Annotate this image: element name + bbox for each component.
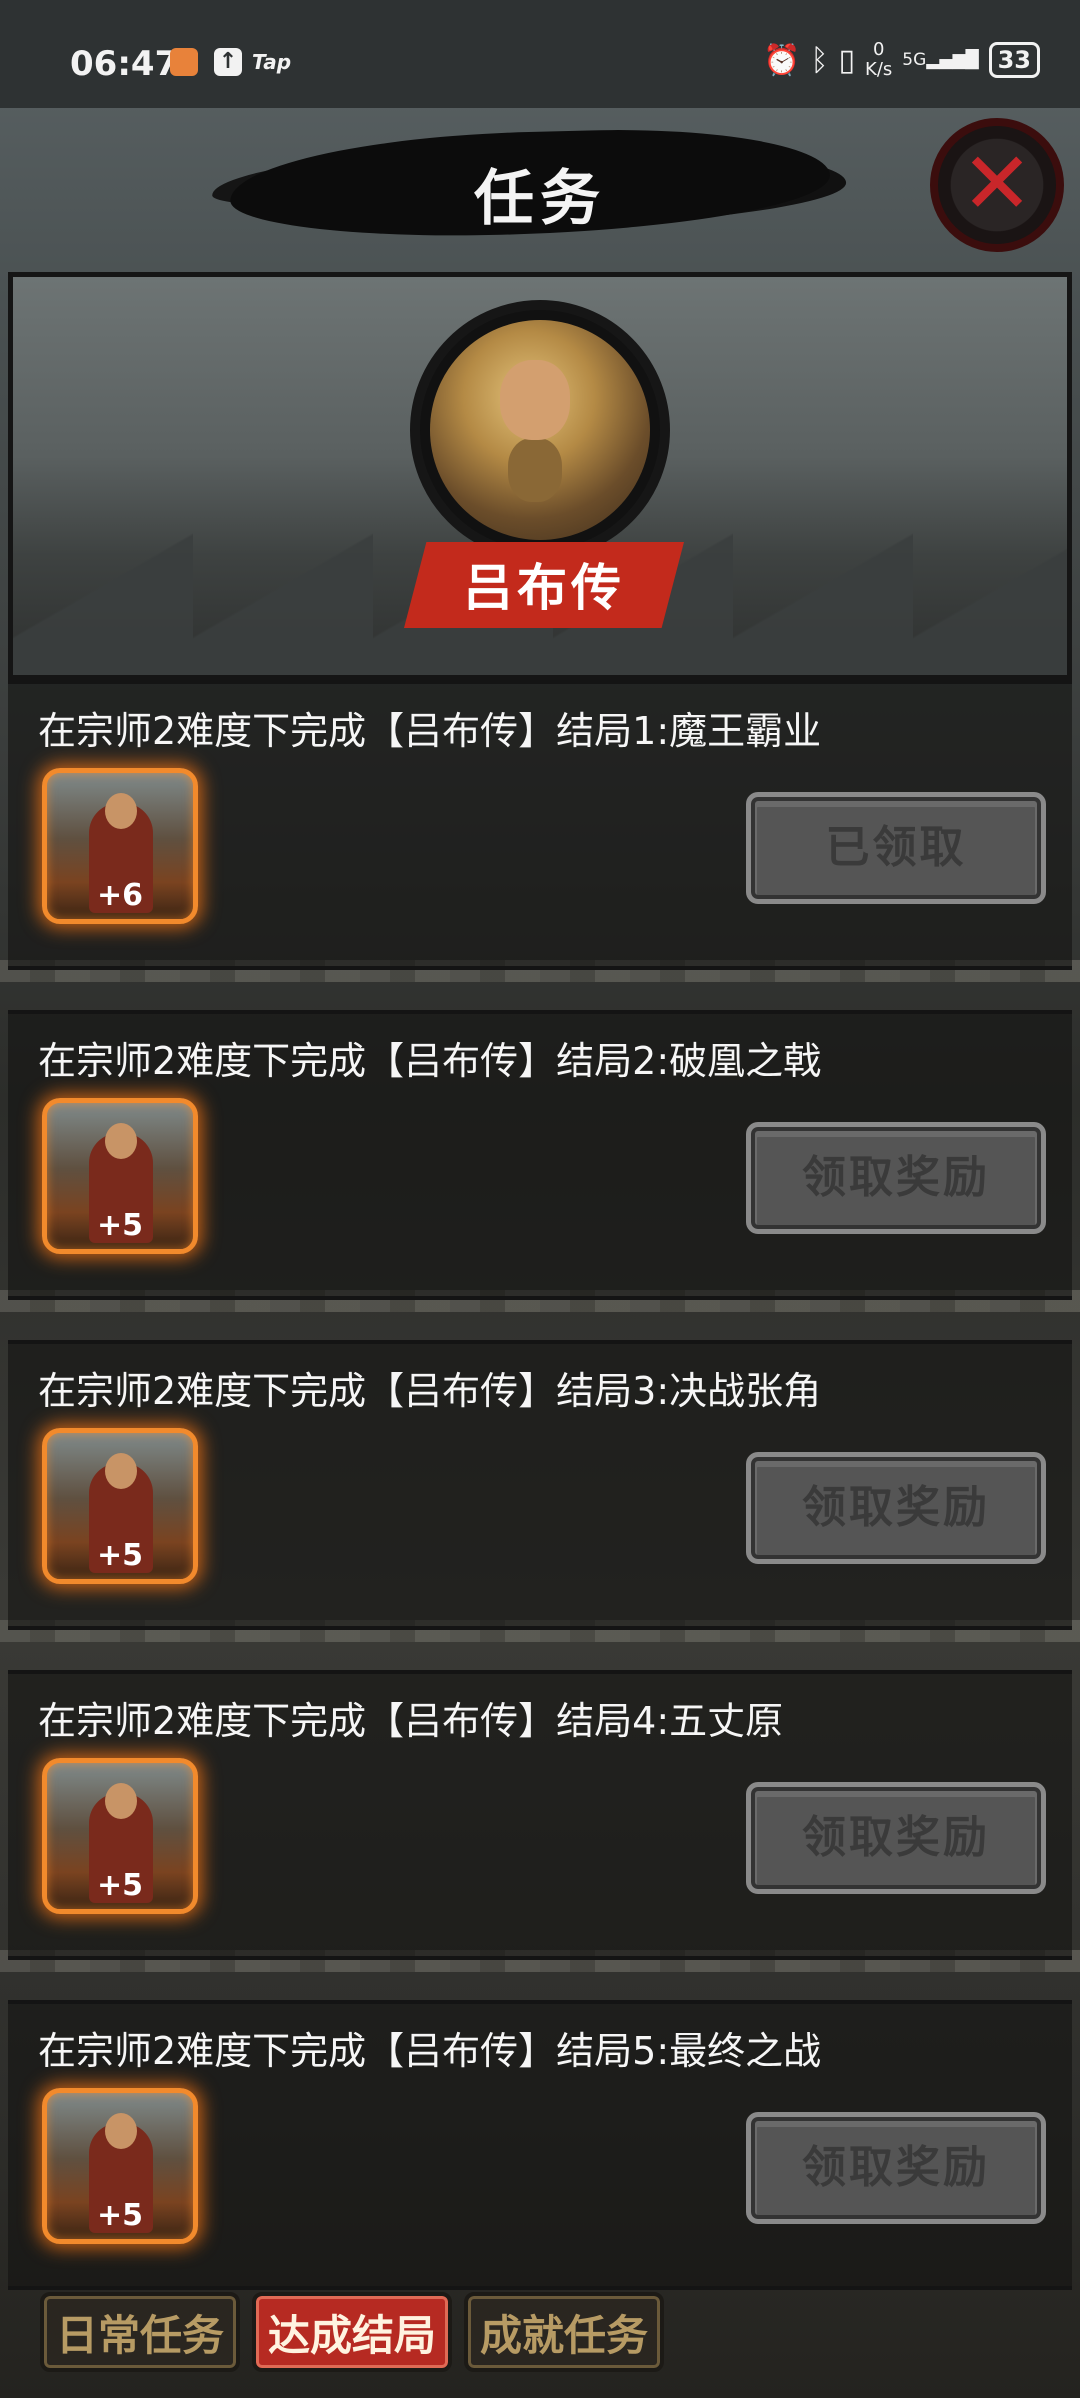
tab-bar: 日常任务 达成结局 成就任务 — [40, 2292, 665, 2372]
quest-item: 在宗师2难度下完成【吕布传】结局3:决战张角 +5 领取奖励 — [8, 1340, 1072, 1630]
upload-icon: ↑ — [214, 48, 242, 76]
claim-button-label: 领取奖励 — [802, 1152, 990, 1203]
status-icons: ⏰ ᛒ ▯ 0 K/s 5G▂▄▆█ 33 — [763, 40, 1040, 80]
alarm-icon: ⏰ — [763, 42, 801, 78]
reward-count: +5 — [96, 1208, 143, 1243]
network-speed-unit: K/s — [865, 59, 893, 80]
network-speed-value: 0 — [872, 39, 885, 60]
quest-description: 在宗师2难度下完成【吕布传】结局1:魔王霸业 — [38, 709, 822, 753]
quest-description: 在宗师2难度下完成【吕布传】结局4:五丈原 — [38, 1699, 784, 1743]
status-time: 06:47 — [70, 44, 179, 84]
signal-icon: 5G▂▄▆█ — [902, 50, 979, 70]
hero-portrait — [410, 300, 670, 560]
close-x-icon: ✕ — [960, 134, 1034, 234]
hero-portrait-image — [430, 320, 650, 540]
page-title: 任务 — [474, 164, 606, 234]
claim-button-label: 领取奖励 — [802, 1812, 990, 1863]
claim-button-label: 领取奖励 — [802, 1482, 990, 1533]
quest-item: 在宗师2难度下完成【吕布传】结局2:破凰之戟 +5 领取奖励 — [8, 1010, 1072, 1300]
app-notification-icon — [170, 48, 198, 76]
close-button[interactable]: ✕ — [930, 118, 1064, 252]
reward-item[interactable]: +5 — [42, 1098, 198, 1254]
reward-count: +6 — [96, 878, 143, 913]
quest-item: 在宗师2难度下完成【吕布传】结局1:魔王霸业 +6 已领取 — [8, 680, 1072, 970]
status-bar: 06:47 ↑ Tap ⏰ ᛒ ▯ 0 K/s 5G▂▄▆█ 33 — [0, 0, 1080, 108]
signal-label: 5G — [902, 50, 927, 70]
tab-endings-achieved[interactable]: 达成结局 — [252, 2292, 453, 2372]
tab-daily-tasks[interactable]: 日常任务 — [40, 2292, 241, 2372]
quest-item: 在宗师2难度下完成【吕布传】结局4:五丈原 +5 领取奖励 — [8, 1670, 1072, 1960]
claim-reward-button[interactable]: 领取奖励 — [746, 1782, 1046, 1894]
vibrate-icon: ▯ — [838, 42, 856, 78]
reward-count: +5 — [96, 1868, 143, 1903]
reward-item[interactable]: +6 — [42, 768, 198, 924]
tab-achievement-tasks[interactable]: 成就任务 — [464, 2292, 665, 2372]
hero-name: 吕布传 — [463, 559, 625, 617]
reward-count: +5 — [96, 1538, 143, 1573]
quest-description: 在宗师2难度下完成【吕布传】结局5:最终之战 — [38, 2029, 822, 2073]
reward-item[interactable]: +5 — [42, 2088, 198, 2244]
battery-icon: 33 — [988, 42, 1040, 78]
reward-count: +5 — [96, 2198, 143, 2233]
claim-reward-button[interactable]: 领取奖励 — [746, 1452, 1046, 1564]
claim-button-label: 领取奖励 — [802, 2142, 990, 2193]
claim-button-label: 已领取 — [825, 822, 967, 873]
quest-description: 在宗师2难度下完成【吕布传】结局3:决战张角 — [38, 1369, 822, 1413]
claimed-button[interactable]: 已领取 — [746, 792, 1046, 904]
tap-app-label: Tap — [252, 50, 292, 74]
claim-reward-button[interactable]: 领取奖励 — [746, 1122, 1046, 1234]
quest-item: 在宗师2难度下完成【吕布传】结局5:最终之战 +5 领取奖励 — [8, 2000, 1072, 2290]
reward-item[interactable]: +5 — [42, 1428, 198, 1584]
quest-description: 在宗师2难度下完成【吕布传】结局2:破凰之戟 — [38, 1039, 822, 1083]
bluetooth-icon: ᛒ — [810, 42, 829, 78]
claim-reward-button[interactable]: 领取奖励 — [746, 2112, 1046, 2224]
network-speed: 0 K/s — [865, 40, 892, 80]
reward-item[interactable]: +5 — [42, 1758, 198, 1914]
